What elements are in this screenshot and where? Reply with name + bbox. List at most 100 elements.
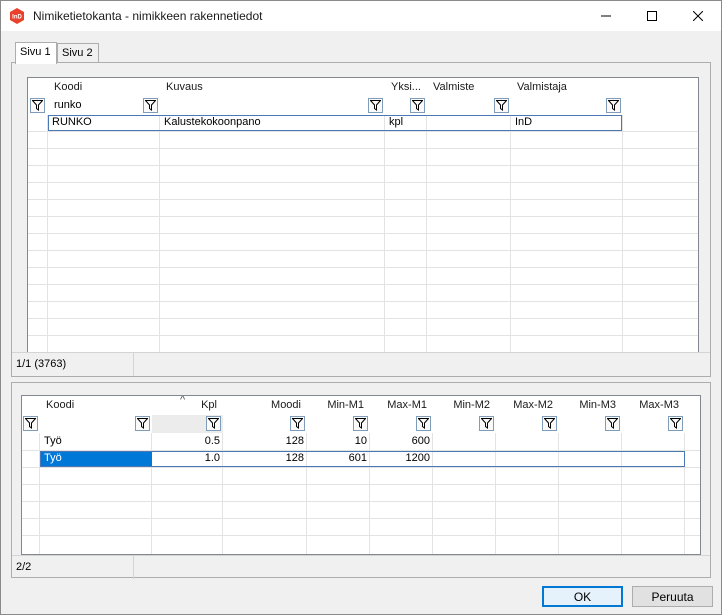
kpl-filter-button[interactable] [206, 416, 221, 431]
cell-moodi: 128 [285, 452, 304, 464]
cell-max-m3 [622, 451, 685, 467]
window-title: Nimiketietokanta - nimikkeen rakennetied… [33, 9, 263, 23]
column-header-yksikko[interactable]: Yksi... [387, 78, 427, 97]
filter-icon [32, 100, 43, 111]
filter-icon [496, 100, 507, 111]
column-header-koodi[interactable]: Koodi [42, 396, 150, 415]
moodi-filter-button[interactable] [290, 416, 305, 431]
filter-icon [418, 418, 429, 429]
koodi-filter-button[interactable] [135, 416, 150, 431]
tab-sivu-2[interactable]: Sivu 2 [57, 43, 99, 63]
filter-icon [145, 100, 156, 111]
maximize-icon [647, 11, 657, 21]
svg-text:InD: InD [12, 15, 22, 21]
yksikko-filter-input[interactable] [387, 97, 409, 115]
max-m3-filter-button[interactable] [668, 416, 683, 431]
cell-min-m2 [433, 434, 496, 450]
cell-koodi: RUNKO [52, 116, 92, 128]
cell-max-m2 [496, 434, 559, 450]
cell-max-m2 [496, 451, 559, 467]
column-header-kpl[interactable]: Kpl [152, 396, 223, 415]
filter-icon [544, 418, 555, 429]
filter-icon [608, 100, 619, 111]
maximize-button[interactable] [629, 1, 675, 31]
minimize-button[interactable] [583, 1, 629, 31]
tab-label: Sivu 2 [62, 47, 93, 59]
filter-icon [481, 418, 492, 429]
filter-icon [292, 418, 303, 429]
koodi-filter-input[interactable]: runko [50, 97, 142, 115]
app-logo-icon: InD [10, 8, 24, 24]
lower-panel: Koodi ^ Kpl Moodi Min-M1 Max-M1 Min-M2 M… [11, 382, 711, 579]
column-header-valmiste[interactable]: Valmiste [429, 78, 509, 97]
upper-grid[interactable]: Koodi Kuvaus Yksi... Valmiste Valmistaja… [27, 77, 699, 353]
filter-row: runko [28, 97, 698, 115]
filter-icon [412, 100, 423, 111]
max-m1-filter-button[interactable] [416, 416, 431, 431]
column-header-valmistaja[interactable]: Valmistaja [513, 78, 621, 97]
cell-yksikko: kpl [389, 116, 404, 128]
cell-max-m3 [622, 434, 685, 450]
max-m2-filter-button[interactable] [542, 416, 557, 431]
kuvaus-filter-input[interactable] [162, 97, 366, 115]
grid-body: RUNKO Kalustekokoonpano kpl InD [28, 115, 698, 352]
yksikko-filter-button[interactable] [410, 98, 425, 113]
cell-min-m3 [559, 434, 622, 450]
cell-max-m1: 1200 [405, 452, 430, 464]
min-m3-filter-button[interactable] [605, 416, 620, 431]
tab-sivu-1[interactable]: Sivu 1 [15, 42, 57, 64]
cell-moodi: 128 [285, 435, 304, 447]
column-header-max-m2[interactable]: Max-M2 [496, 396, 559, 415]
column-header-moodi[interactable]: Moodi [223, 396, 307, 415]
column-header-koodi[interactable]: Koodi [50, 78, 160, 97]
column-header-kuvaus[interactable]: Kuvaus [162, 78, 382, 97]
cell-kpl: 1.0 [204, 452, 220, 464]
kuvaus-filter-button[interactable] [368, 98, 383, 113]
minimize-icon [601, 15, 611, 17]
cell-kpl: 0.5 [204, 435, 220, 447]
record-count: 2/2 [16, 561, 32, 573]
cell-koodi: Työ [44, 435, 62, 447]
cell-min-m2 [433, 451, 496, 467]
cell-koodi: Työ [44, 452, 62, 464]
ok-button[interactable]: OK [542, 586, 623, 607]
valmiste-filter-input[interactable] [429, 97, 493, 115]
cell-min-m1: 601 [348, 452, 367, 464]
filter-icon [607, 418, 618, 429]
valmistaja-filter-input[interactable] [513, 97, 605, 115]
valmistaja-filter-button[interactable] [606, 98, 621, 113]
column-header-max-m1[interactable]: Max-M1 [370, 396, 433, 415]
tab-label: Sivu 1 [20, 46, 51, 58]
cell-min-m1: 10 [354, 435, 367, 447]
column-header-min-m3[interactable]: Min-M3 [559, 396, 622, 415]
grid-header: Koodi Kuvaus Yksi... Valmiste Valmistaja… [28, 78, 698, 115]
grid-header: Koodi ^ Kpl Moodi Min-M1 Max-M1 Min-M2 M… [22, 396, 700, 433]
column-header-max-m3[interactable]: Max-M3 [622, 396, 685, 415]
column-header-min-m2[interactable]: Min-M2 [433, 396, 496, 415]
cancel-button[interactable]: Peruuta [632, 586, 713, 607]
lower-status-bar: 2/2 [12, 555, 710, 579]
filter-row [22, 415, 700, 433]
cell-kuvaus: Kalustekokoonpano [164, 116, 261, 128]
grid-body: Työ 0.5 128 10 600 Työ 1.0 128 601 1200 [22, 433, 700, 554]
cell-valmistaja: InD [515, 116, 533, 128]
filter-icon [25, 418, 36, 429]
filter-icon [208, 418, 219, 429]
tab-panel: Koodi Kuvaus Yksi... Valmiste Valmistaja… [11, 62, 711, 377]
record-count: 1/1 (3763) [16, 358, 67, 370]
cell-valmiste [428, 115, 510, 131]
title-bar[interactable]: InD Nimiketietokanta - nimikkeen rakenne… [1, 1, 721, 31]
cell-max-m1: 600 [411, 435, 430, 447]
cell-min-m3 [559, 451, 622, 467]
min-m2-filter-button[interactable] [479, 416, 494, 431]
upper-status-bar: 1/1 (3763) [12, 352, 710, 376]
column-header-min-m1[interactable]: Min-M1 [307, 396, 370, 415]
row-filter-button[interactable] [23, 416, 38, 431]
lower-grid[interactable]: Koodi ^ Kpl Moodi Min-M1 Max-M1 Min-M2 M… [21, 395, 701, 555]
koodi-filter-button[interactable] [143, 98, 158, 113]
min-m1-filter-button[interactable] [353, 416, 368, 431]
dialog-window: InD Nimiketietokanta - nimikkeen rakenne… [0, 0, 722, 615]
row-filter-button[interactable] [30, 98, 45, 113]
valmiste-filter-button[interactable] [494, 98, 509, 113]
close-button[interactable] [675, 1, 721, 31]
